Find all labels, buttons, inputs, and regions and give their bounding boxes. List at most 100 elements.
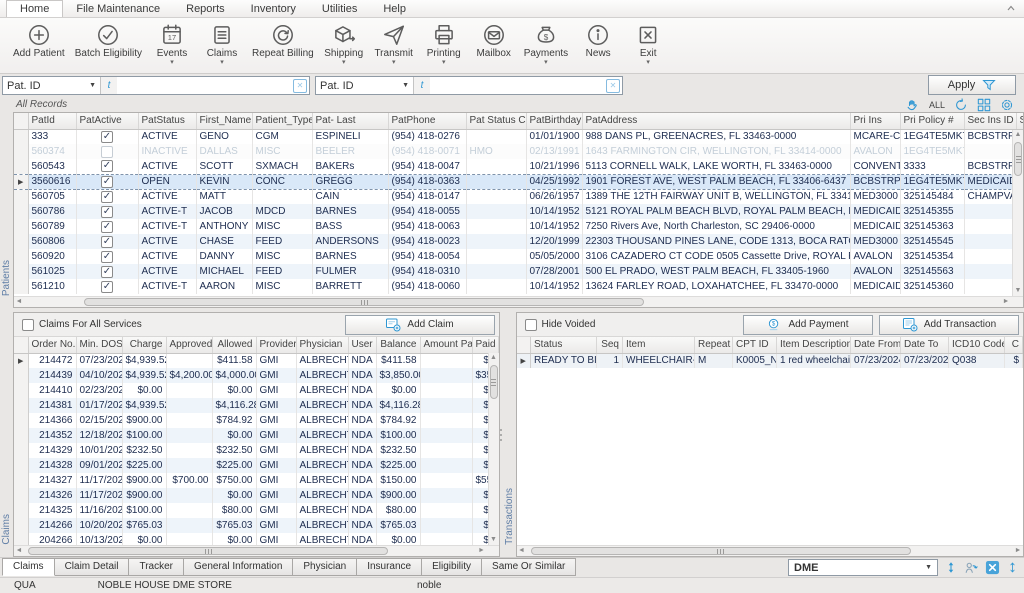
table-cell[interactable]: 11/16/2023 — [76, 503, 122, 518]
table-cell[interactable]: SCOTT — [196, 159, 252, 174]
table-cell[interactable]: ALBRECHT — [296, 503, 348, 518]
table-cell[interactable]: 1389 THE 12TH FAIRWAY UNIT B, WELLINGTON… — [582, 189, 850, 204]
table-cell[interactable]: (954) 418-0310 — [388, 264, 466, 279]
scroll-right-icon[interactable]: ► — [477, 546, 487, 556]
column-header[interactable]: Allowed — [212, 337, 256, 353]
table-cell[interactable] — [166, 488, 212, 503]
table-cell[interactable]: 214381 — [28, 398, 76, 413]
table-cell[interactable]: $232.50 — [122, 443, 166, 458]
transmit-button[interactable]: Transmit ▾ — [369, 21, 419, 66]
table-cell[interactable]: 10/14/1952 — [526, 204, 582, 219]
table-cell[interactable]: GENO — [196, 129, 252, 144]
table-cell[interactable]: $0.00 — [212, 533, 256, 545]
column-header[interactable]: PatAddress — [582, 113, 850, 129]
table-cell[interactable]: 325145363 — [900, 219, 964, 234]
table-cell[interactable]: CONVENTRY — [850, 159, 900, 174]
table-cell[interactable]: 560786 — [28, 204, 76, 219]
table-cell[interactable]: 214472 — [28, 353, 76, 368]
checkbox[interactable] — [101, 160, 113, 172]
table-row[interactable]: 21426610/20/2023$765.03$765.03GMIALBRECH… — [14, 518, 498, 533]
table-cell[interactable]: $3,850.00 — [376, 368, 420, 383]
table-cell[interactable] — [466, 189, 526, 204]
table-cell[interactable]: $0.00 — [212, 428, 256, 443]
menu-item-utilities[interactable]: Utilities — [309, 1, 370, 17]
table-cell[interactable] — [466, 174, 526, 189]
table-cell[interactable]: MEDICAID — [964, 174, 1016, 189]
table-cell[interactable]: GMI — [256, 398, 296, 413]
filter-field-select-2[interactable]: Pat. ID ▼ — [316, 77, 414, 94]
add-patient-button[interactable]: Add Patient — [8, 21, 70, 59]
news-button[interactable]: News — [573, 21, 623, 59]
table-cell[interactable]: BCBSTRP — [850, 174, 900, 189]
patients-vertical-scrollbar[interactable]: ▲ ▼ — [1012, 130, 1023, 296]
scroll-right-icon[interactable]: ► — [1013, 546, 1023, 556]
table-cell[interactable] — [166, 353, 212, 368]
add-payment-button[interactable]: $ Add Payment — [743, 315, 873, 335]
hand-icon[interactable] — [906, 98, 920, 112]
table-cell[interactable]: $750.00 — [212, 473, 256, 488]
table-cell[interactable]: 560789 — [28, 219, 76, 234]
table-cell[interactable]: ALBRECHT — [296, 458, 348, 473]
table-cell[interactable]: INACTIVE — [138, 144, 196, 159]
table-cell[interactable]: BCBSTRP — [964, 159, 1016, 174]
table-cell[interactable]: 5121 ROYAL PALM BEACH BLVD, ROYAL PALM B… — [582, 204, 850, 219]
table-row[interactable]: ▶READY TO BILL1WHEELCHAIR-REDMK0005_NU1 … — [517, 353, 1023, 368]
tab-physician[interactable]: Physician — [293, 558, 357, 576]
table-cell[interactable]: ANDERSONS — [312, 234, 388, 249]
table-cell[interactable] — [420, 383, 472, 398]
mailbox-button[interactable]: Mailbox — [469, 21, 519, 59]
table-cell[interactable] — [166, 413, 212, 428]
dme-select[interactable]: DME ▼ — [788, 559, 938, 576]
table-cell[interactable]: ACTIVE-T — [138, 279, 196, 294]
table-cell[interactable]: 325145563 — [900, 264, 964, 279]
table-cell[interactable]: MED3000 — [850, 189, 900, 204]
table-cell[interactable]: ALBRECHT — [296, 428, 348, 443]
table-cell[interactable]: MISC — [252, 279, 312, 294]
tab-claim-detail[interactable]: Claim Detail — [55, 558, 130, 576]
table-cell[interactable]: 214327 — [28, 473, 76, 488]
table-cell[interactable] — [964, 219, 1016, 234]
checkbox[interactable] — [101, 266, 113, 278]
table-cell[interactable]: BARRETT — [312, 279, 388, 294]
table-cell[interactable] — [420, 473, 472, 488]
table-cell[interactable] — [420, 398, 472, 413]
column-header[interactable]: Sec Ins ID — [964, 113, 1016, 129]
table-row[interactable]: 21432511/16/2023$100.00$80.00GMIALBRECHT… — [14, 503, 498, 518]
table-cell[interactable]: $232.50 — [376, 443, 420, 458]
table-cell[interactable]: NDA — [348, 398, 376, 413]
table-cell[interactable]: 561210 — [28, 279, 76, 294]
table-cell[interactable]: 3106 CAZADERO CT CODE 0505 Cassette Driv… — [582, 249, 850, 264]
table-cell[interactable] — [466, 129, 526, 144]
transactions-side-tab[interactable]: Transactions — [503, 312, 516, 557]
table-cell[interactable]: 325145354 — [900, 249, 964, 264]
table-cell[interactable]: 7250 Rivers Ave, North Charleston, SC 29… — [582, 219, 850, 234]
tab-general-information[interactable]: General Information — [184, 558, 293, 576]
table-cell[interactable]: 01/17/2024 — [76, 398, 122, 413]
scroll-left-icon[interactable]: ◄ — [14, 546, 24, 556]
table-cell[interactable]: $225.00 — [212, 458, 256, 473]
table-cell[interactable]: $765.03 — [122, 518, 166, 533]
table-cell[interactable]: 214439 — [28, 368, 76, 383]
table-row[interactable]: 560705ACTIVEMATTCAIN(954) 418-014706/26/… — [14, 189, 1023, 204]
table-cell[interactable]: $100.00 — [122, 503, 166, 518]
table-cell[interactable]: (954) 418-0071 — [388, 144, 466, 159]
table-cell[interactable] — [964, 204, 1016, 219]
table-cell[interactable] — [466, 159, 526, 174]
user-sync-icon[interactable] — [964, 561, 978, 575]
column-header[interactable]: Charge — [122, 337, 166, 353]
table-cell[interactable] — [964, 144, 1016, 159]
table-row[interactable]: 333ACTIVEGENOCGMESPINELI(954) 418-027601… — [14, 129, 1023, 144]
repeat-billing-button[interactable]: Repeat Billing — [247, 21, 319, 59]
table-row[interactable]: ▶3560616OPENKEVINCONCGREGG(954) 418-0363… — [14, 174, 1023, 189]
table-cell[interactable] — [76, 264, 138, 279]
table-cell[interactable] — [76, 174, 138, 189]
table-cell[interactable]: 10/13/2023 — [76, 533, 122, 545]
table-cell[interactable] — [76, 159, 138, 174]
table-cell[interactable]: ACTIVE-T — [138, 219, 196, 234]
table-cell[interactable]: (954) 418-0023 — [388, 234, 466, 249]
table-cell[interactable]: ACTIVE — [138, 159, 196, 174]
table-cell[interactable] — [466, 234, 526, 249]
table-cell[interactable]: 09/01/2023 — [76, 458, 122, 473]
table-cell[interactable]: GMI — [256, 368, 296, 383]
table-cell[interactable]: $0.00 — [122, 383, 166, 398]
